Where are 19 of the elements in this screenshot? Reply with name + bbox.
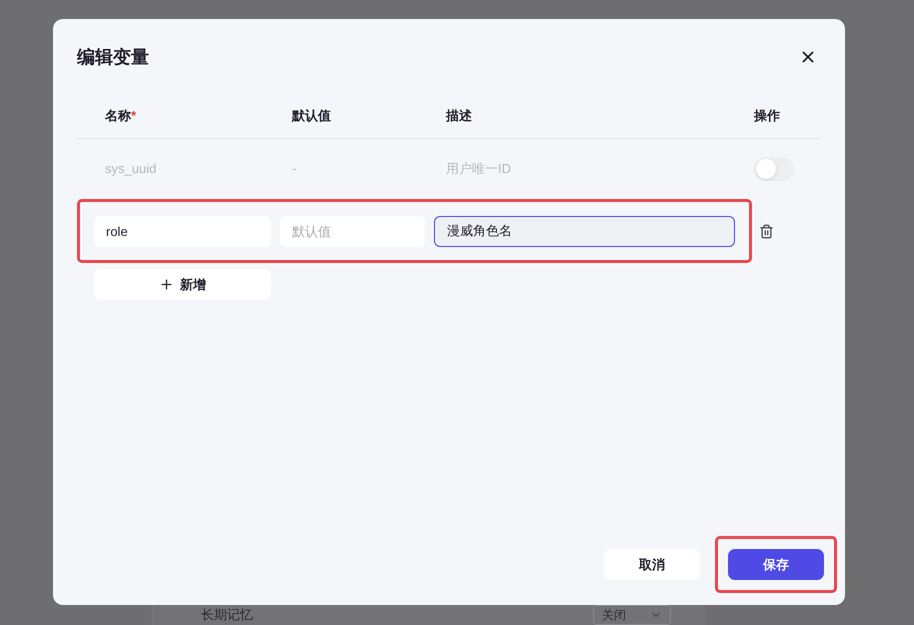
cancel-button[interactable]: 取消 — [604, 549, 700, 580]
variable-name: sys_uuid — [105, 160, 158, 178]
description-field[interactable]: 漫威角色名 — [434, 216, 735, 246]
dialog-title: 编辑变量 — [77, 46, 149, 68]
default-value-field[interactable]: 默认值 — [280, 216, 425, 246]
column-label: 名称 — [105, 108, 131, 123]
toggle-switch[interactable] — [754, 157, 794, 181]
column-label: 描述 — [446, 108, 472, 123]
required-mark: * — [131, 108, 136, 123]
delete-button[interactable] — [758, 223, 774, 239]
column-label: 默认值 — [292, 108, 331, 123]
name-field[interactable]: role — [94, 216, 271, 246]
add-button[interactable]: 新增 — [94, 269, 271, 300]
save-button[interactable]: 保存 — [728, 549, 824, 580]
column-label: 操作 — [754, 108, 780, 123]
section-label: 长期记忆 — [201, 606, 253, 624]
plus-icon — [159, 277, 174, 292]
default-value: - — [292, 160, 298, 178]
variable-description: 用户唯一ID — [446, 160, 512, 178]
